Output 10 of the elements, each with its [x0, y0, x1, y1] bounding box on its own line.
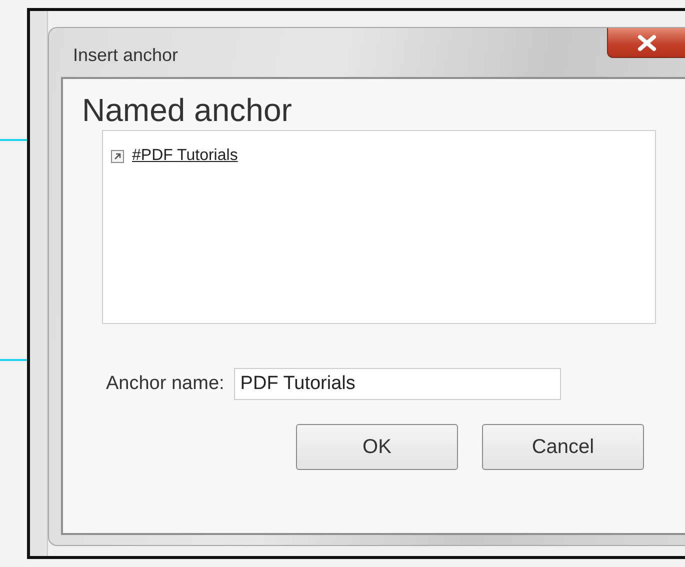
anchor-link[interactable]: #PDF Tutorials [132, 147, 238, 166]
dialog-heading: Named anchor [82, 93, 293, 128]
close-icon [636, 34, 658, 52]
anchor-link-icon [111, 150, 124, 163]
cancel-button[interactable]: Cancel [482, 424, 644, 470]
anchor-name-field[interactable]: PDF Tutorials [234, 368, 562, 400]
anchor-name-label: Anchor name: [106, 373, 224, 396]
ok-button[interactable]: OK [296, 424, 458, 470]
close-button[interactable] [607, 28, 685, 58]
window-title: Insert anchor [73, 45, 178, 66]
